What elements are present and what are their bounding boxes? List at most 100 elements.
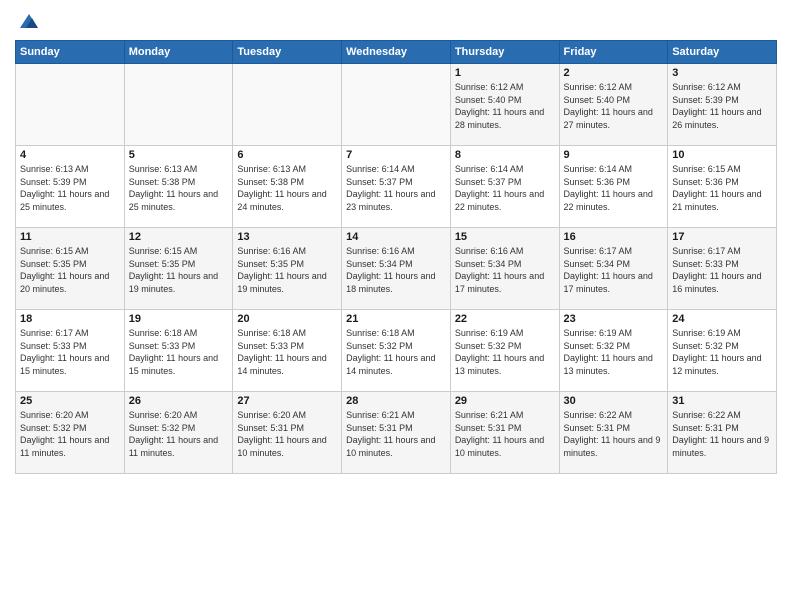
day-cell: 1Sunrise: 6:12 AMSunset: 5:40 PMDaylight… xyxy=(450,64,559,146)
day-number: 9 xyxy=(564,149,664,161)
day-cell: 12Sunrise: 6:15 AMSunset: 5:35 PMDayligh… xyxy=(124,228,233,310)
day-cell: 5 Sunrise: 6:13 AMSunset: 5:38 PMDaylight… xyxy=(124,146,233,228)
day-info: Sunrise: 6:15 AMSunset: 5:36 PMDaylight:… xyxy=(672,163,772,213)
day-cell: 24 Sunrise: 6:19 AMSunset: 5:32 PMDayligh… xyxy=(668,310,777,392)
day-header-monday: Monday xyxy=(124,41,233,64)
day-header-sunday: Sunday xyxy=(16,41,125,64)
day-cell: 4 Sunrise: 6:13 AMSunset: 5:39 PMDaylight… xyxy=(16,146,125,228)
day-number: 22 xyxy=(455,313,555,325)
day-number: 26 xyxy=(129,395,229,407)
day-number: 19 xyxy=(129,313,229,325)
day-header-tuesday: Tuesday xyxy=(233,41,342,64)
day-cell: 27Sunrise: 6:20 AMSunset: 5:31 PMDayligh… xyxy=(233,392,342,474)
day-number: 27 xyxy=(237,395,337,407)
day-cell: 28Sunrise: 6:21 AMSunset: 5:31 PMDayligh… xyxy=(342,392,451,474)
day-cell: 25 Sunrise: 6:20 AMSunset: 5:32 PMDayligh… xyxy=(16,392,125,474)
day-info: Sunrise: 6:20 AMSunset: 5:32 PMDaylight:… xyxy=(129,409,229,459)
day-info: Sunrise: 6:19 AMSunset: 5:32 PMDaylight:… xyxy=(672,327,772,377)
week-row-1: 1 Sunrise: 6:12 AMSunset: 5:40 PMDaylight… xyxy=(16,64,777,146)
day-number: 7 xyxy=(346,149,446,161)
day-number: 2 xyxy=(564,67,664,79)
day-cell: 11Sunrise: 6:15 AMSunset: 5:35 PMDayligh… xyxy=(16,228,125,310)
day-number: 21 xyxy=(346,313,446,325)
day-cell: 7 Sunrise: 6:14 AMSunset: 5:37 PMDaylight… xyxy=(342,146,451,228)
day-info: Sunrise: 6:15 AMSunset: 5:35 PMDaylight:… xyxy=(20,245,120,295)
week-row-5: 25 Sunrise: 6:20 AMSunset: 5:32 PMDayligh… xyxy=(16,392,777,474)
day-cell xyxy=(124,64,233,146)
day-info: Sunrise: 6:17 AMSunset: 5:33 PMDaylight:… xyxy=(20,327,120,377)
day-cell: 18 Sunrise: 6:17 AMSunset: 5:33 PMDayligh… xyxy=(16,310,125,392)
day-number: 8 xyxy=(455,149,555,161)
day-number: 1 xyxy=(455,67,555,79)
day-info: Sunrise: 6:19 AMSunset: 5:32 PMDaylight:… xyxy=(455,327,555,377)
day-cell: 31Sunrise: 6:22 AMSunset: 5:31 PMDayligh… xyxy=(668,392,777,474)
day-info: Sunrise: 6:22 AMSunset: 5:31 PMDaylight:… xyxy=(564,409,664,459)
calendar-header: SundayMondayTuesdayWednesdayThursdayFrid… xyxy=(16,41,777,64)
day-number: 12 xyxy=(129,231,229,243)
week-row-4: 18 Sunrise: 6:17 AMSunset: 5:33 PMDayligh… xyxy=(16,310,777,392)
day-number: 13 xyxy=(237,231,337,243)
week-row-2: 4 Sunrise: 6:13 AMSunset: 5:39 PMDaylight… xyxy=(16,146,777,228)
week-row-3: 11Sunrise: 6:15 AMSunset: 5:35 PMDayligh… xyxy=(16,228,777,310)
day-cell xyxy=(233,64,342,146)
day-number: 14 xyxy=(346,231,446,243)
day-cell: 26 Sunrise: 6:20 AMSunset: 5:32 PMDayligh… xyxy=(124,392,233,474)
day-info: Sunrise: 6:18 AMSunset: 5:33 PMDaylight:… xyxy=(237,327,337,377)
day-number: 23 xyxy=(564,313,664,325)
header xyxy=(15,10,777,32)
day-number: 17 xyxy=(672,231,772,243)
day-cell xyxy=(342,64,451,146)
day-cell: 21 Sunrise: 6:18 AMSunset: 5:32 PMDayligh… xyxy=(342,310,451,392)
day-cell: 16Sunrise: 6:17 AMSunset: 5:34 PMDayligh… xyxy=(559,228,668,310)
calendar-body: 1 Sunrise: 6:12 AMSunset: 5:40 PMDaylight… xyxy=(16,64,777,474)
day-info: Sunrise: 6:14 AMSunset: 5:37 PMDaylight:… xyxy=(455,163,555,213)
day-cell: 17 Sunrise: 6:17 AMSunset: 5:33 PMDayligh… xyxy=(668,228,777,310)
day-number: 29 xyxy=(455,395,555,407)
day-header-friday: Friday xyxy=(559,41,668,64)
day-number: 5 xyxy=(129,149,229,161)
day-info: Sunrise: 6:16 AMSunset: 5:35 PMDaylight:… xyxy=(237,245,337,295)
calendar-table: SundayMondayTuesdayWednesdayThursdayFrid… xyxy=(15,40,777,474)
day-number: 24 xyxy=(672,313,772,325)
day-info: Sunrise: 6:13 AMSunset: 5:38 PMDaylight:… xyxy=(129,163,229,213)
day-info: Sunrise: 6:16 AMSunset: 5:34 PMDaylight:… xyxy=(455,245,555,295)
day-number: 4 xyxy=(20,149,120,161)
day-number: 30 xyxy=(564,395,664,407)
day-info: Sunrise: 6:22 AMSunset: 5:31 PMDaylight:… xyxy=(672,409,772,459)
day-number: 15 xyxy=(455,231,555,243)
day-header-thursday: Thursday xyxy=(450,41,559,64)
day-info: Sunrise: 6:21 AMSunset: 5:31 PMDaylight:… xyxy=(346,409,446,459)
day-info: Sunrise: 6:18 AMSunset: 5:32 PMDaylight:… xyxy=(346,327,446,377)
day-cell: 29 Sunrise: 6:21 AMSunset: 5:31 PMDayligh… xyxy=(450,392,559,474)
day-info: Sunrise: 6:13 AMSunset: 5:39 PMDaylight:… xyxy=(20,163,120,213)
day-cell: 8 Sunrise: 6:14 AMSunset: 5:37 PMDaylight… xyxy=(450,146,559,228)
day-cell: 30 Sunrise: 6:22 AMSunset: 5:31 PMDayligh… xyxy=(559,392,668,474)
day-cell: 6 Sunrise: 6:13 AMSunset: 5:38 PMDaylight… xyxy=(233,146,342,228)
day-cell: 20 Sunrise: 6:18 AMSunset: 5:33 PMDayligh… xyxy=(233,310,342,392)
day-info: Sunrise: 6:17 AMSunset: 5:33 PMDaylight:… xyxy=(672,245,772,295)
day-number: 6 xyxy=(237,149,337,161)
day-info: Sunrise: 6:18 AMSunset: 5:33 PMDaylight:… xyxy=(129,327,229,377)
calendar-page: SundayMondayTuesdayWednesdayThursdayFrid… xyxy=(0,0,792,612)
day-cell: 14 Sunrise: 6:16 AMSunset: 5:34 PMDayligh… xyxy=(342,228,451,310)
day-number: 25 xyxy=(20,395,120,407)
day-info: Sunrise: 6:14 AMSunset: 5:37 PMDaylight:… xyxy=(346,163,446,213)
day-info: Sunrise: 6:20 AMSunset: 5:32 PMDaylight:… xyxy=(20,409,120,459)
day-info: Sunrise: 6:14 AMSunset: 5:36 PMDaylight:… xyxy=(564,163,664,213)
day-info: Sunrise: 6:16 AMSunset: 5:34 PMDaylight:… xyxy=(346,245,446,295)
day-info: Sunrise: 6:12 AMSunset: 5:40 PMDaylight:… xyxy=(564,81,664,131)
day-info: Sunrise: 6:13 AMSunset: 5:38 PMDaylight:… xyxy=(237,163,337,213)
logo-icon xyxy=(18,10,40,32)
day-number: 18 xyxy=(20,313,120,325)
day-cell: 9 Sunrise: 6:14 AMSunset: 5:36 PMDaylight… xyxy=(559,146,668,228)
day-info: Sunrise: 6:19 AMSunset: 5:32 PMDaylight:… xyxy=(564,327,664,377)
day-info: Sunrise: 6:21 AMSunset: 5:31 PMDaylight:… xyxy=(455,409,555,459)
day-cell: 15 Sunrise: 6:16 AMSunset: 5:34 PMDayligh… xyxy=(450,228,559,310)
day-number: 10 xyxy=(672,149,772,161)
day-number: 20 xyxy=(237,313,337,325)
day-header-wednesday: Wednesday xyxy=(342,41,451,64)
day-cell xyxy=(16,64,125,146)
logo xyxy=(15,10,40,32)
header-row: SundayMondayTuesdayWednesdayThursdayFrid… xyxy=(16,41,777,64)
day-cell: 13 Sunrise: 6:16 AMSunset: 5:35 PMDayligh… xyxy=(233,228,342,310)
